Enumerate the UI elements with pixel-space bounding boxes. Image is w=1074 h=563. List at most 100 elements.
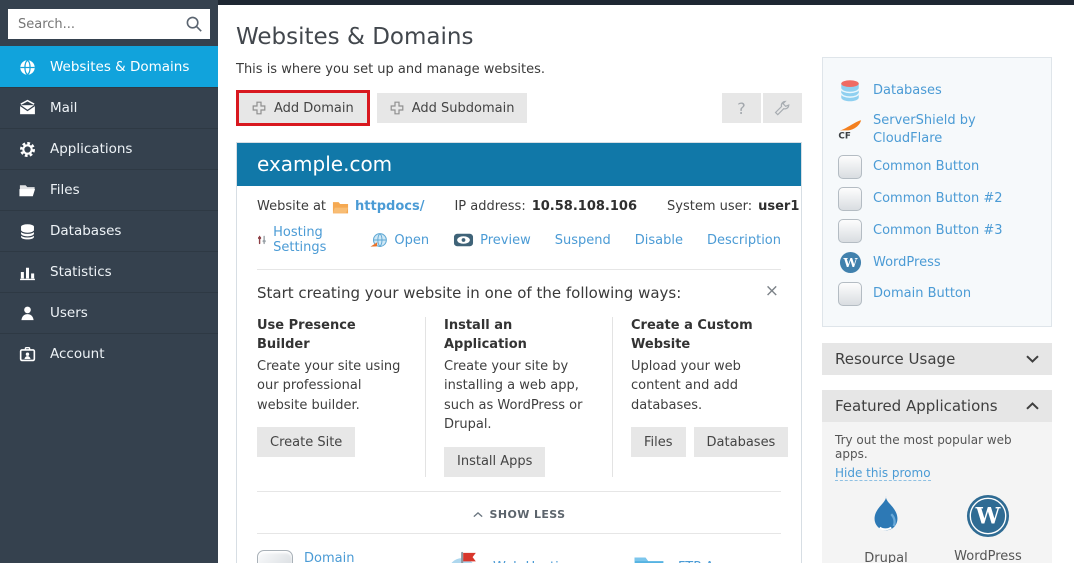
add-domain-button[interactable]: Add Domain bbox=[239, 93, 367, 123]
question-icon: ? bbox=[737, 99, 746, 118]
sidebar: Websites & Domains Mail Applications bbox=[0, 0, 218, 563]
right-link-common-button-2[interactable]: Common Button #2 bbox=[837, 187, 1037, 211]
sidebar-item-label: Databases bbox=[50, 223, 121, 239]
globe-icon bbox=[17, 58, 37, 77]
disable-link[interactable]: Disable bbox=[635, 233, 683, 248]
domain-tools: Domain Properties Button Additional comm… bbox=[257, 550, 781, 563]
domain-properties-tool: Domain Properties Button Additional comm… bbox=[257, 550, 407, 563]
main-content: Websites & Domains This is where you set… bbox=[236, 5, 802, 563]
domain-info-row: Website at httpdocs/ IP address: 10.58.1… bbox=[257, 199, 781, 214]
column-divider bbox=[612, 317, 613, 477]
generic-button-icon bbox=[838, 219, 862, 243]
web-hosting-access-tool: Web Hosting Access bbox=[444, 550, 594, 563]
close-icon[interactable]: × bbox=[763, 284, 781, 298]
wordpress-icon: W bbox=[837, 251, 863, 274]
tools-button[interactable] bbox=[763, 93, 802, 123]
sidebar-item-statistics[interactable]: Statistics bbox=[0, 251, 218, 292]
getting-started-title: Start creating your website in one of th… bbox=[257, 284, 681, 302]
suspend-link[interactable]: Suspend bbox=[555, 233, 611, 248]
eye-icon bbox=[453, 233, 474, 247]
plus-icon bbox=[252, 101, 266, 115]
install-apps-button[interactable]: Install Apps bbox=[444, 447, 545, 477]
install-application-column: Install an Application Create your site … bbox=[444, 317, 594, 477]
user-icon bbox=[17, 304, 37, 323]
plus-icon bbox=[390, 101, 404, 115]
right-link-domain-button[interactable]: Domain Button bbox=[837, 282, 1037, 306]
globe-flag-icon[interactable] bbox=[444, 550, 482, 563]
right-link-common-button[interactable]: Common Button bbox=[837, 155, 1037, 179]
sidebar-item-mail[interactable]: Mail bbox=[0, 87, 218, 128]
add-subdomain-button[interactable]: Add Subdomain bbox=[377, 93, 528, 123]
add-domain-label: Add Domain bbox=[274, 101, 354, 116]
sidebar-item-label: Files bbox=[50, 182, 80, 198]
column-text: Create your site by installing a web app… bbox=[444, 357, 594, 435]
column-heading: Install an Application bbox=[444, 317, 594, 355]
domain-name: example.com bbox=[257, 152, 392, 176]
gear-icon bbox=[17, 140, 37, 159]
sidebar-item-label: Users bbox=[50, 305, 88, 321]
chevron-up-icon bbox=[1026, 402, 1039, 410]
hide-promo-link[interactable]: Hide this promo bbox=[835, 466, 931, 481]
website-at-label: Website at bbox=[257, 199, 326, 214]
sidebar-item-applications[interactable]: Applications bbox=[0, 128, 218, 169]
files-button[interactable]: Files bbox=[631, 427, 686, 457]
hosting-settings-link[interactable]: Hosting Settings bbox=[257, 225, 345, 255]
featured-text: Try out the most popular web apps. bbox=[835, 433, 1039, 461]
sidebar-item-label: Mail bbox=[50, 100, 77, 116]
chevron-up-icon bbox=[473, 512, 483, 518]
presence-builder-column: Use Presence Builder Create your site us… bbox=[257, 317, 407, 477]
app-drupal[interactable]: Drupal bbox=[835, 494, 937, 563]
id-badge-icon bbox=[17, 345, 37, 364]
add-subdomain-label: Add Subdomain bbox=[412, 101, 515, 116]
svg-text:W: W bbox=[842, 255, 858, 270]
toolbar: Add Domain Add Subdomain ? bbox=[236, 90, 802, 126]
docroot-link[interactable]: httpdocs/ bbox=[355, 199, 424, 214]
column-text: Create your site using our professional … bbox=[257, 357, 407, 416]
app-wordpress[interactable]: W WordPress bbox=[937, 494, 1039, 563]
drupal-icon bbox=[865, 494, 907, 540]
open-globe-icon bbox=[369, 232, 388, 249]
description-link[interactable]: Description bbox=[707, 233, 781, 248]
sidebar-item-account[interactable]: Account bbox=[0, 333, 218, 374]
sidebar-item-label: Account bbox=[50, 346, 105, 362]
right-link-databases[interactable]: Databases bbox=[837, 78, 1037, 104]
domain-card-header: example.com bbox=[237, 143, 801, 186]
databases-button[interactable]: Databases bbox=[694, 427, 789, 457]
sidebar-item-users[interactable]: Users bbox=[0, 292, 218, 333]
domain-properties-link[interactable]: Domain Properties Button bbox=[304, 550, 407, 563]
right-link-servershield[interactable]: CF ServerShield by CloudFlare bbox=[837, 112, 1037, 147]
svg-text:CF: CF bbox=[838, 131, 851, 141]
quick-links-box: Databases CF ServerShield by CloudFlare … bbox=[822, 57, 1052, 327]
featured-applications-header[interactable]: Featured Applications bbox=[822, 390, 1052, 422]
featured-applications-body: Try out the most popular web apps. Hide … bbox=[822, 422, 1052, 563]
cloudflare-icon: CF bbox=[837, 118, 863, 141]
sidebar-nav: Websites & Domains Mail Applications bbox=[0, 46, 218, 374]
sidebar-item-websites-domains[interactable]: Websites & Domains bbox=[0, 46, 218, 87]
domain-card: example.com Website at httpdocs/ IP addr… bbox=[236, 142, 802, 563]
wrench-icon bbox=[773, 99, 792, 118]
wordpress-logo-icon: W bbox=[966, 494, 1010, 538]
app-label: Drupal bbox=[835, 551, 937, 563]
sidebar-item-files[interactable]: Files bbox=[0, 169, 218, 210]
search-input[interactable] bbox=[8, 9, 210, 39]
column-heading: Create a Custom Website bbox=[631, 317, 781, 355]
right-link-common-button-3[interactable]: Common Button #3 bbox=[837, 219, 1037, 243]
sidebar-item-label: Statistics bbox=[50, 264, 112, 280]
plesk-page: Websites & Domains Mail Applications bbox=[0, 0, 1074, 563]
preview-link[interactable]: Preview bbox=[453, 233, 531, 248]
help-button[interactable]: ? bbox=[722, 93, 761, 123]
database-icon bbox=[17, 222, 37, 241]
resource-usage-header[interactable]: Resource Usage bbox=[822, 343, 1052, 375]
open-site-link[interactable]: Open bbox=[369, 232, 429, 249]
right-sidebar: Databases CF ServerShield by CloudFlare … bbox=[822, 57, 1052, 563]
ftp-folder-icon[interactable] bbox=[631, 550, 667, 563]
column-text: Upload your web content and add database… bbox=[631, 357, 781, 416]
folder-orange-icon bbox=[332, 200, 349, 214]
ip-value: 10.58.108.106 bbox=[532, 199, 637, 214]
right-link-wordpress[interactable]: W WordPress bbox=[837, 251, 1037, 274]
show-less-link[interactable]: SHOW LESS bbox=[473, 508, 566, 521]
button-key-icon[interactable] bbox=[257, 550, 293, 563]
sidebar-item-databases[interactable]: Databases bbox=[0, 210, 218, 251]
sidebar-item-label: Websites & Domains bbox=[50, 59, 189, 75]
create-site-button[interactable]: Create Site bbox=[257, 427, 355, 457]
